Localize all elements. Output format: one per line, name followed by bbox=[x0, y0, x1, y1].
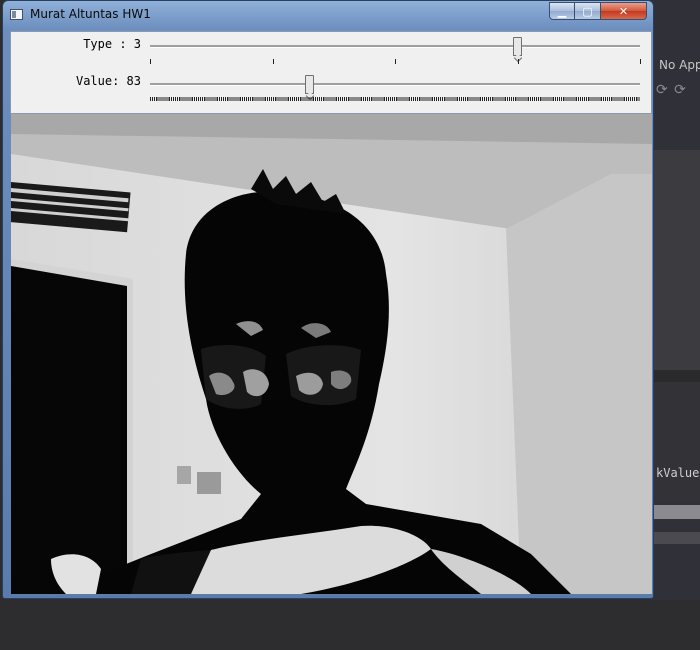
value-trackbar-ticks bbox=[150, 97, 640, 101]
background-ide-toolbar-icons: ⟳ ⟳ bbox=[656, 82, 687, 98]
value-trackbar-thumb[interactable] bbox=[304, 75, 314, 94]
maximize-button[interactable]: ▢ bbox=[575, 2, 601, 20]
trackbar-tick bbox=[640, 59, 641, 64]
close-button[interactable]: ✕ bbox=[601, 2, 647, 20]
background-ide-scrollbar bbox=[654, 505, 700, 519]
type-trackbar-thumb[interactable] bbox=[513, 37, 522, 56]
minimize-button[interactable]: ▁ bbox=[549, 2, 575, 20]
trackbar-panel: Type : 3 Value: 83 bbox=[10, 31, 652, 114]
webcam-threshold-image bbox=[11, 114, 652, 594]
type-trackbar-label: Type : 3 bbox=[83, 37, 141, 51]
background-ide-divider bbox=[654, 532, 700, 544]
background-ide-pane bbox=[654, 150, 700, 370]
app-window-icon[interactable] bbox=[10, 9, 23, 20]
background-ide-divider bbox=[654, 370, 700, 382]
background-ide-code-text: kValue bbox=[656, 466, 700, 480]
trackbar-tick bbox=[395, 59, 396, 64]
trackbar-tick bbox=[517, 59, 519, 64]
window-title: Murat Altuntas HW1 bbox=[30, 7, 151, 21]
title-bar[interactable]: Murat Altuntas HW1 ▁ ▢ ✕ bbox=[3, 1, 653, 29]
value-trackbar-track[interactable] bbox=[150, 83, 640, 86]
value-trackbar-label: Value: 83 bbox=[75, 74, 141, 88]
window-controls: ▁ ▢ ✕ bbox=[549, 2, 647, 21]
type-trackbar-ticks bbox=[150, 59, 641, 65]
trackbar-tick bbox=[150, 59, 151, 64]
opencv-window: Murat Altuntas HW1 ▁ ▢ ✕ Type : 3 Value:… bbox=[2, 0, 654, 599]
type-trackbar-track[interactable] bbox=[150, 45, 640, 48]
trackbar-tick bbox=[272, 59, 274, 64]
background-ide-pane bbox=[654, 382, 700, 502]
background-ide-text: No App bbox=[659, 58, 700, 72]
